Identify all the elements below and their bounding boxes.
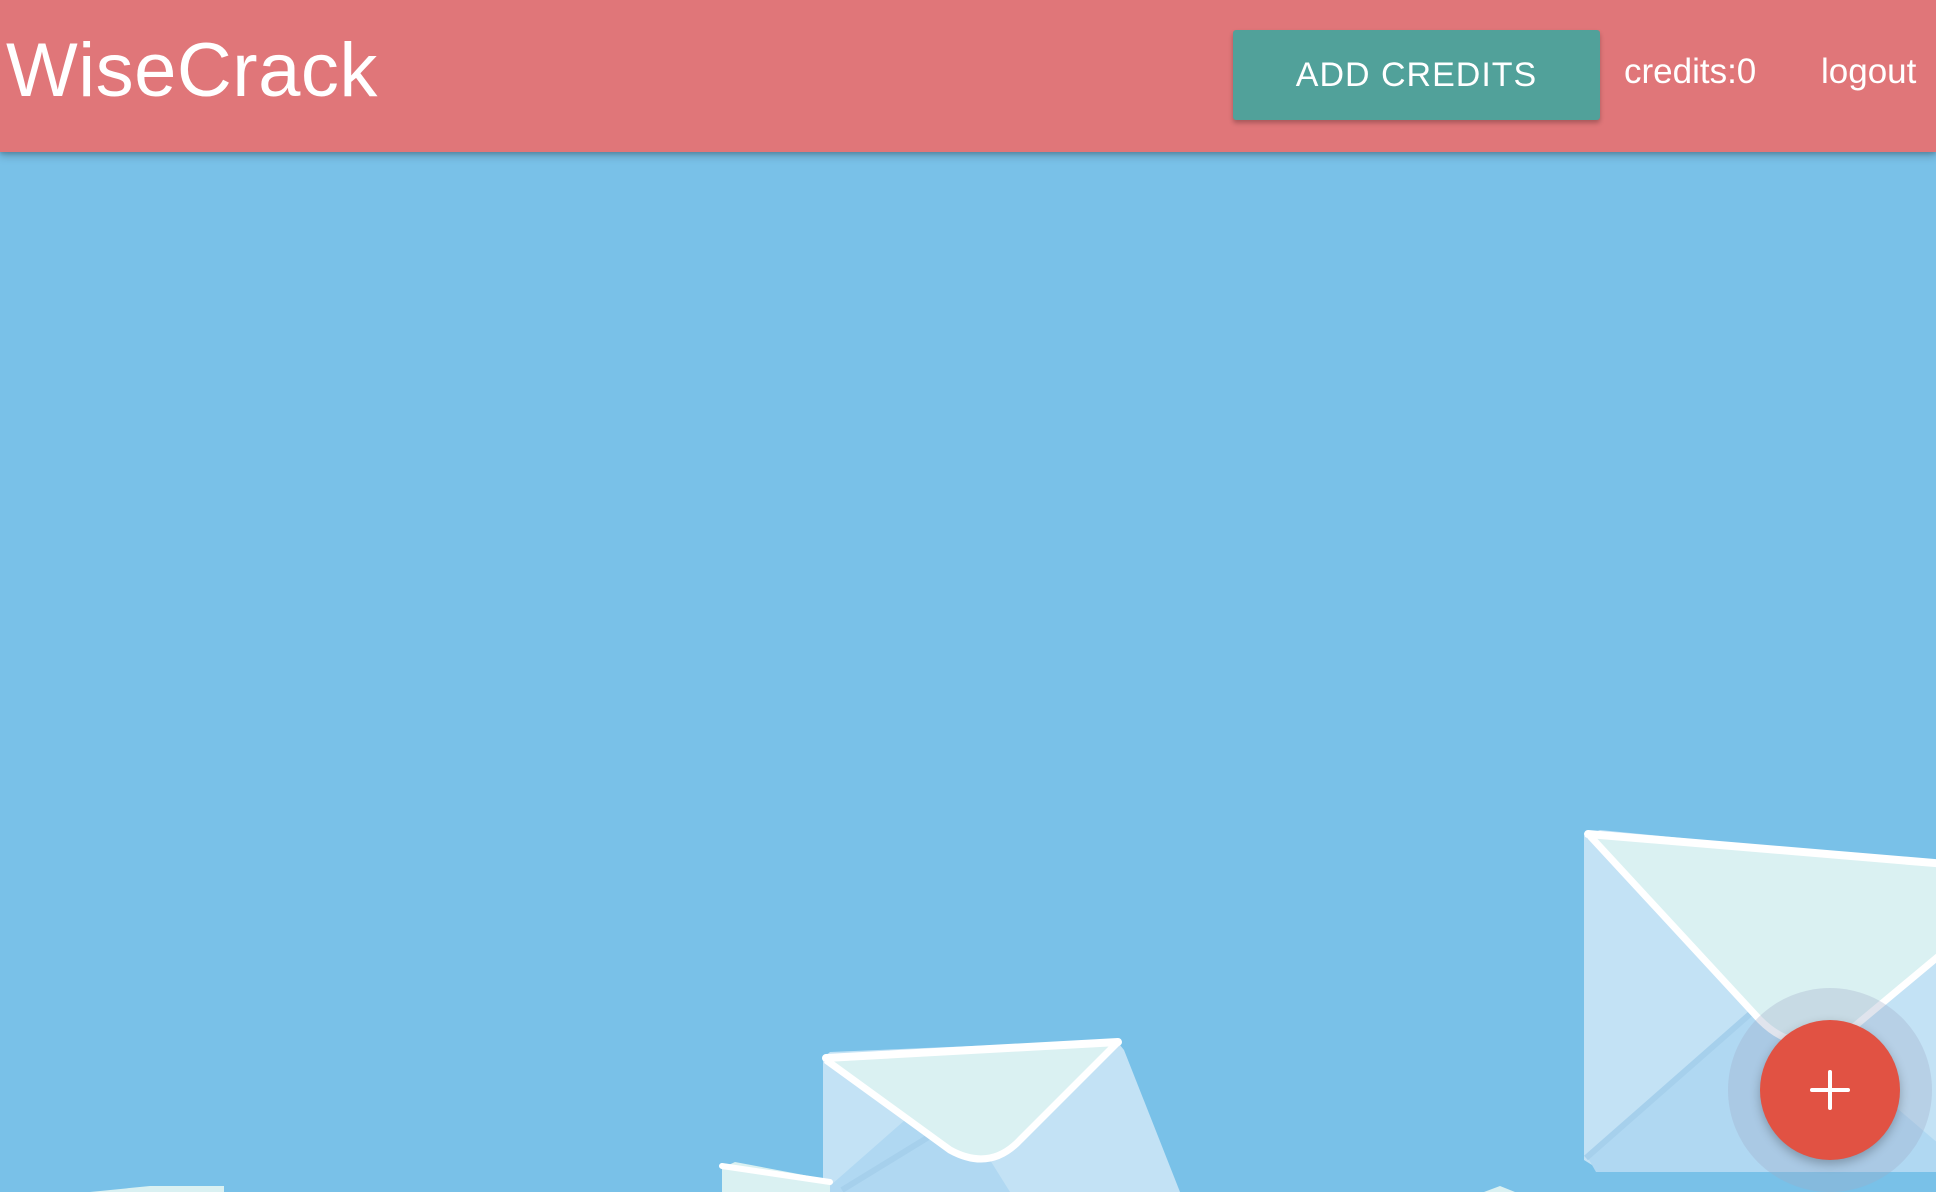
logout-link[interactable]: logout: [1821, 50, 1916, 94]
plus-icon: [1810, 1070, 1850, 1110]
top-navbar: WiseCrack ADD CREDITS credits:0 logout: [0, 0, 1936, 152]
credits-counter: credits:0: [1624, 52, 1757, 91]
add-credits-button[interactable]: ADD CREDITS: [1233, 30, 1600, 120]
brand-logo-link[interactable]: WiseCrack: [6, 26, 378, 116]
main-content: [0, 152, 1936, 1192]
add-new-fab-button[interactable]: [1760, 1020, 1900, 1160]
